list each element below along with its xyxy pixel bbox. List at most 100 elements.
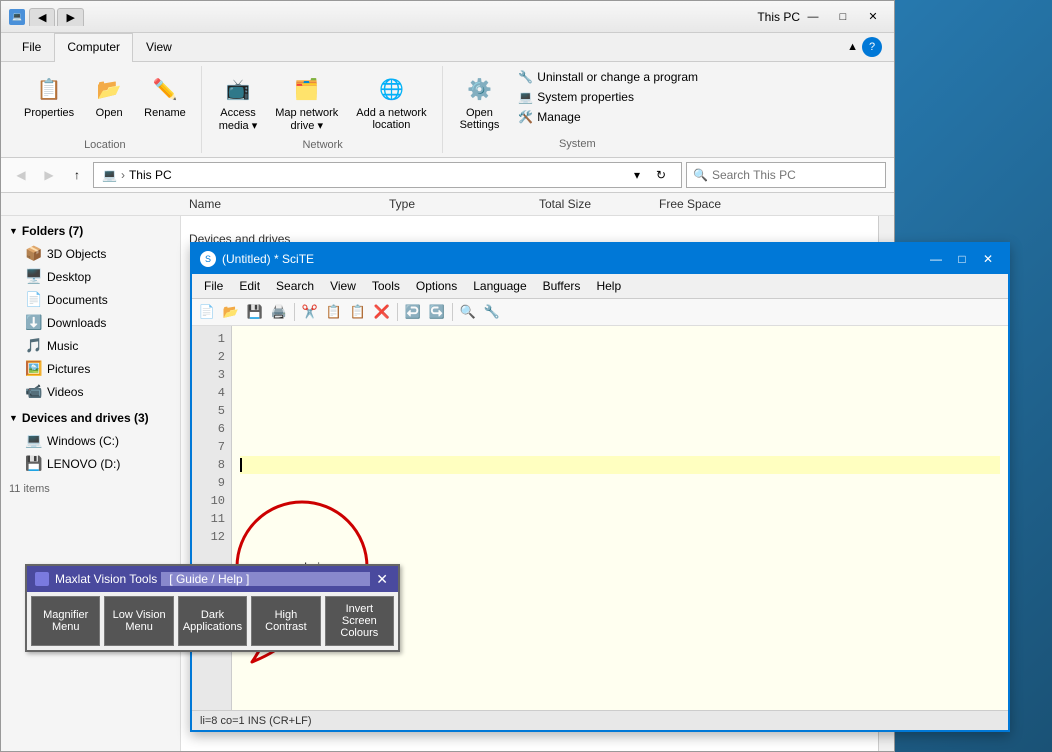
scite-menu-help[interactable]: Help <box>588 276 629 296</box>
map-drive-button[interactable]: 🗂️ Map networkdrive ▾ <box>268 68 345 137</box>
search-box[interactable]: 🔍 <box>686 162 886 188</box>
col-free-space[interactable]: Free Space <box>659 197 779 211</box>
videos-label: Videos <box>47 385 83 399</box>
dark-applications-button[interactable]: DarkApplications <box>178 596 247 646</box>
toolbar-copy[interactable]: 📋 <box>323 301 345 323</box>
properties-button[interactable]: 📋 Properties <box>17 68 81 124</box>
properties-label: Properties <box>24 107 74 119</box>
col-name[interactable]: Name <box>189 197 389 211</box>
address-input[interactable]: 💻 › This PC ▾ ↻ <box>93 162 682 188</box>
rename-icon: ✏️ <box>149 73 181 105</box>
add-network-button[interactable]: 🌐 Add a networklocation <box>349 68 433 136</box>
sidebar-item-videos[interactable]: 📹 Videos <box>1 380 180 403</box>
scite-menu-search[interactable]: Search <box>268 276 322 296</box>
forward-button[interactable]: ▶ <box>37 163 61 187</box>
toolbar-print[interactable]: 🖨️ <box>268 301 290 323</box>
uninstall-item[interactable]: 🔧 Uninstall or change a program <box>514 68 702 86</box>
thispc-titlebar: 💻 ◀ ▶ This PC — □ ✕ <box>1 1 894 33</box>
folders-section: ▼ Folders (7) 📦 3D Objects 🖥️ Desktop 📄 … <box>1 220 180 403</box>
access-media-button[interactable]: 📺 Accessmedia ▾ <box>212 68 265 137</box>
scite-status-text: li=8 co=1 INS (CR+LF) <box>200 715 312 727</box>
toolbar-open[interactable]: 📂 <box>220 301 242 323</box>
toolbar-paste[interactable]: 📋 <box>347 301 369 323</box>
ribbon-group-system: ⚙️ OpenSettings 🔧 Uninstall or change a … <box>445 66 710 153</box>
access-media-icon: 📺 <box>222 73 254 105</box>
thispc-minimize[interactable]: — <box>800 7 826 27</box>
scite-menu-language[interactable]: Language <box>465 276 534 296</box>
open-settings-button[interactable]: ⚙️ OpenSettings <box>453 68 507 136</box>
line-11: 11 <box>192 510 231 528</box>
invert-screen-button[interactable]: Invert ScreenColours <box>325 596 394 646</box>
sidebar-item-pictures[interactable]: 🖼️ Pictures <box>1 357 180 380</box>
folders-chevron: ▼ <box>9 226 18 236</box>
editor-line-1 <box>240 330 1000 348</box>
address-bar: ◀ ▶ ↑ 💻 › This PC ▾ ↻ 🔍 <box>1 158 894 193</box>
address-dropdown[interactable]: ▾ <box>625 163 649 187</box>
scite-maximize[interactable]: □ <box>950 249 974 269</box>
refresh-button[interactable]: ↻ <box>649 163 673 187</box>
maxlat-icon <box>35 572 49 586</box>
editor-line-9 <box>240 474 1000 492</box>
rename-button[interactable]: ✏️ Rename <box>137 68 193 124</box>
devices-header[interactable]: ▼ Devices and drives (3) <box>1 407 180 429</box>
windows-c-label: Windows (C:) <box>47 434 119 448</box>
sidebar-item-desktop[interactable]: 🖥️ Desktop <box>1 265 180 288</box>
toolbar-sep2 <box>397 303 398 321</box>
col-total-size[interactable]: Total Size <box>539 197 659 211</box>
editor-line-7 <box>240 438 1000 456</box>
music-label: Music <box>47 339 78 353</box>
high-contrast-button[interactable]: HighContrast <box>251 596 320 646</box>
sidebar-item-lenovo-d[interactable]: 💾 LENOVO (D:) <box>1 452 180 475</box>
settings-label: OpenSettings <box>460 107 500 131</box>
address-path-text: This PC <box>129 168 172 182</box>
scite-close[interactable]: ✕ <box>976 249 1000 269</box>
toolbar-settings[interactable]: 🔧 <box>481 301 503 323</box>
toolbar-new[interactable]: 📄 <box>196 301 218 323</box>
manage-item[interactable]: 🛠️ Manage <box>514 108 702 126</box>
sidebar-item-downloads[interactable]: ⬇️ Downloads <box>1 311 180 334</box>
ribbon-collapse[interactable]: ▲ <box>847 41 858 53</box>
ribbon-tab-computer[interactable]: Computer <box>54 33 133 62</box>
up-button[interactable]: ↑ <box>65 163 89 187</box>
toolbar-undo[interactable]: ↩️ <box>402 301 424 323</box>
magnifier-menu-button[interactable]: MagnifierMenu <box>31 596 100 646</box>
thispc-maximize[interactable]: □ <box>830 7 856 27</box>
toolbar-save[interactable]: 💾 <box>244 301 266 323</box>
scite-menu-view[interactable]: View <box>322 276 364 296</box>
toolbar-sep1 <box>294 303 295 321</box>
toolbar-cut[interactable]: ✂️ <box>299 301 321 323</box>
add-network-icon: 🌐 <box>375 73 407 105</box>
sidebar-item-windows-c[interactable]: 💻 Windows (C:) <box>1 429 180 452</box>
scite-menu-tools[interactable]: Tools <box>364 276 408 296</box>
ribbon-tab-view[interactable]: View <box>133 33 185 62</box>
toolbar-delete[interactable]: ❌ <box>371 301 393 323</box>
scite-menu-buffers[interactable]: Buffers <box>535 276 589 296</box>
search-input[interactable] <box>712 168 879 182</box>
scite-menu-options[interactable]: Options <box>408 276 465 296</box>
thispc-close[interactable]: ✕ <box>860 7 886 27</box>
scite-icon: S <box>200 251 216 267</box>
toolbar-sep3 <box>452 303 453 321</box>
search-icon: 🔍 <box>693 168 708 182</box>
open-button[interactable]: 📂 Open <box>85 68 133 124</box>
system-properties-item[interactable]: 💻 System properties <box>514 88 702 106</box>
scite-menu-edit[interactable]: Edit <box>231 276 268 296</box>
sidebar-item-3dobjects[interactable]: 📦 3D Objects <box>1 242 180 265</box>
line-7: 7 <box>192 438 231 456</box>
editor-content[interactable] <box>232 326 1008 710</box>
toolbar-redo[interactable]: ↪️ <box>426 301 448 323</box>
ribbon-tab-file[interactable]: File <box>9 33 54 62</box>
toolbar-find[interactable]: 🔍 <box>457 301 479 323</box>
folders-header[interactable]: ▼ Folders (7) <box>1 220 180 242</box>
back-button[interactable]: ◀ <box>9 163 33 187</box>
help-button[interactable]: ? <box>862 37 882 57</box>
scite-minimize[interactable]: — <box>924 249 948 269</box>
sidebar-item-documents[interactable]: 📄 Documents <box>1 288 180 311</box>
scite-menu-file[interactable]: File <box>196 276 231 296</box>
maxlat-close-button[interactable]: ✕ <box>374 571 390 588</box>
pictures-icon: 🖼️ <box>25 360 41 377</box>
devices-chevron: ▼ <box>9 413 18 423</box>
col-type[interactable]: Type <box>389 197 539 211</box>
low-vision-menu-button[interactable]: Low VisionMenu <box>104 596 173 646</box>
sidebar-item-music[interactable]: 🎵 Music <box>1 334 180 357</box>
